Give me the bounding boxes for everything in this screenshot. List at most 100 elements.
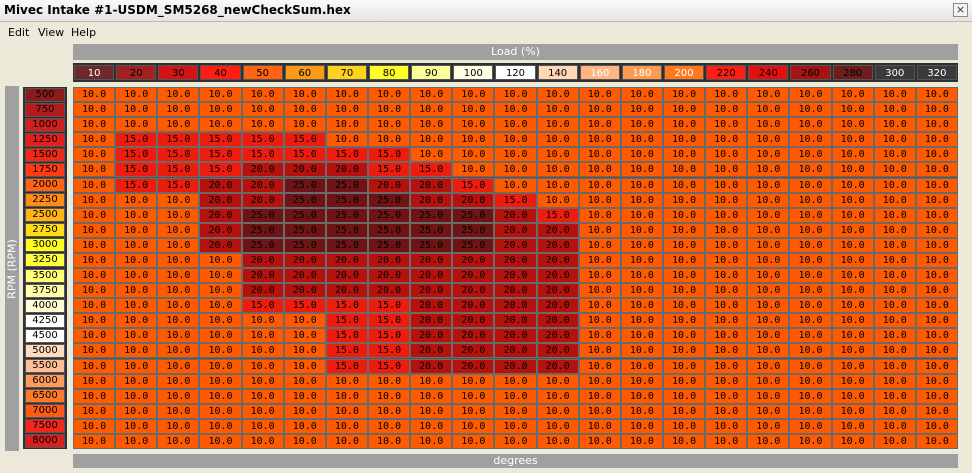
table-cell[interactable]: 10.0 xyxy=(536,147,579,163)
table-cell[interactable]: 10.0 xyxy=(747,388,790,404)
table-cell[interactable]: 10.0 xyxy=(452,388,495,404)
table-cell[interactable]: 10.0 xyxy=(747,192,790,208)
table-cell[interactable]: 10.0 xyxy=(873,403,916,419)
column-header[interactable]: 160 xyxy=(579,65,620,80)
table-cell[interactable]: 10.0 xyxy=(241,388,284,404)
table-cell[interactable]: 10.0 xyxy=(873,328,916,344)
table-cell[interactable]: 10.0 xyxy=(705,87,748,103)
table-cell[interactable]: 15.0 xyxy=(199,132,242,148)
table-cell[interactable]: 10.0 xyxy=(873,162,916,178)
table-cell[interactable]: 20.0 xyxy=(199,192,242,208)
table-cell[interactable]: 10.0 xyxy=(789,328,832,344)
column-header[interactable]: 40 xyxy=(200,65,241,80)
table-cell[interactable]: 10.0 xyxy=(368,102,411,118)
table-cell[interactable]: 25.0 xyxy=(325,192,368,208)
row-header[interactable]: 2500 xyxy=(25,208,65,223)
table-cell[interactable]: 10.0 xyxy=(325,117,368,133)
table-cell[interactable]: 15.0 xyxy=(115,132,158,148)
row-header[interactable]: 4000 xyxy=(25,298,65,313)
column-header[interactable]: 140 xyxy=(537,65,578,80)
table-cell[interactable]: 20.0 xyxy=(452,268,495,284)
table-cell[interactable]: 10.0 xyxy=(578,343,621,359)
table-cell[interactable]: 10.0 xyxy=(873,132,916,148)
table-cell[interactable]: 10.0 xyxy=(663,192,706,208)
table-cell[interactable]: 20.0 xyxy=(452,283,495,299)
table-cell[interactable]: 10.0 xyxy=(115,373,158,389)
table-cell[interactable]: 20.0 xyxy=(241,268,284,284)
table-cell[interactable]: 15.0 xyxy=(368,313,411,329)
table-cell[interactable]: 20.0 xyxy=(494,268,537,284)
table-cell[interactable]: 10.0 xyxy=(199,298,242,314)
table-cell[interactable]: 10.0 xyxy=(915,147,958,163)
table-cell[interactable]: 10.0 xyxy=(873,237,916,253)
table-cell[interactable]: 10.0 xyxy=(663,87,706,103)
column-header[interactable]: 180 xyxy=(621,65,662,80)
row-header[interactable]: 7500 xyxy=(25,419,65,434)
table-cell[interactable]: 10.0 xyxy=(620,102,663,118)
table-cell[interactable]: 10.0 xyxy=(789,418,832,434)
table-cell[interactable]: 10.0 xyxy=(199,343,242,359)
table-cell[interactable]: 10.0 xyxy=(157,192,200,208)
table-cell[interactable]: 15.0 xyxy=(410,162,453,178)
table-cell[interactable]: 10.0 xyxy=(831,313,874,329)
table-cell[interactable]: 10.0 xyxy=(915,388,958,404)
table-cell[interactable]: 20.0 xyxy=(410,298,453,314)
table-cell[interactable]: 10.0 xyxy=(873,102,916,118)
table-cell[interactable]: 10.0 xyxy=(368,117,411,133)
table-cell[interactable]: 10.0 xyxy=(536,373,579,389)
table-cell[interactable]: 20.0 xyxy=(452,313,495,329)
table-cell[interactable]: 20.0 xyxy=(494,313,537,329)
table-cell[interactable]: 10.0 xyxy=(199,102,242,118)
table-cell[interactable]: 10.0 xyxy=(73,373,116,389)
table-cell[interactable]: 10.0 xyxy=(494,403,537,419)
table-cell[interactable]: 15.0 xyxy=(241,132,284,148)
table-cell[interactable]: 10.0 xyxy=(663,147,706,163)
table-cell[interactable]: 15.0 xyxy=(325,313,368,329)
table-cell[interactable]: 10.0 xyxy=(831,268,874,284)
table-cell[interactable]: 10.0 xyxy=(115,283,158,299)
table-cell[interactable]: 10.0 xyxy=(663,418,706,434)
table-cell[interactable]: 10.0 xyxy=(705,192,748,208)
table-cell[interactable]: 10.0 xyxy=(536,87,579,103)
row-header[interactable]: 500 xyxy=(25,87,65,102)
table-cell[interactable]: 15.0 xyxy=(325,328,368,344)
column-header[interactable]: 260 xyxy=(790,65,831,80)
table-cell[interactable]: 20.0 xyxy=(536,222,579,238)
table-cell[interactable]: 10.0 xyxy=(705,313,748,329)
table-cell[interactable]: 10.0 xyxy=(747,418,790,434)
table-cell[interactable]: 10.0 xyxy=(241,403,284,419)
table-cell[interactable]: 10.0 xyxy=(747,207,790,223)
table-cell[interactable]: 20.0 xyxy=(325,162,368,178)
table-cell[interactable]: 20.0 xyxy=(283,162,326,178)
table-cell[interactable]: 10.0 xyxy=(241,102,284,118)
table-cell[interactable]: 20.0 xyxy=(368,268,411,284)
table-cell[interactable]: 10.0 xyxy=(663,373,706,389)
table-cell[interactable]: 20.0 xyxy=(452,343,495,359)
table-cell[interactable]: 10.0 xyxy=(705,252,748,268)
table-cell[interactable]: 10.0 xyxy=(873,252,916,268)
row-header[interactable]: 2750 xyxy=(25,223,65,238)
table-cell[interactable]: 10.0 xyxy=(452,147,495,163)
table-cell[interactable]: 10.0 xyxy=(831,433,874,449)
table-cell[interactable]: 10.0 xyxy=(873,87,916,103)
table-cell[interactable]: 25.0 xyxy=(410,207,453,223)
table-cell[interactable]: 10.0 xyxy=(831,388,874,404)
table-cell[interactable]: 10.0 xyxy=(73,298,116,314)
table-cell[interactable]: 10.0 xyxy=(157,102,200,118)
table-cell[interactable]: 10.0 xyxy=(620,403,663,419)
column-header[interactable]: 200 xyxy=(664,65,705,80)
table-cell[interactable]: 10.0 xyxy=(915,117,958,133)
table-cell[interactable]: 25.0 xyxy=(410,222,453,238)
table-cell[interactable]: 10.0 xyxy=(494,388,537,404)
table-cell[interactable]: 10.0 xyxy=(283,313,326,329)
table-cell[interactable]: 25.0 xyxy=(410,237,453,253)
table-cell[interactable]: 10.0 xyxy=(873,147,916,163)
table-cell[interactable]: 10.0 xyxy=(620,358,663,374)
row-header[interactable]: 7000 xyxy=(25,404,65,419)
table-cell[interactable]: 10.0 xyxy=(536,177,579,193)
table-cell[interactable]: 10.0 xyxy=(747,373,790,389)
table-cell[interactable]: 10.0 xyxy=(705,373,748,389)
table-cell[interactable]: 10.0 xyxy=(663,222,706,238)
table-cell[interactable]: 20.0 xyxy=(410,343,453,359)
table-cell[interactable]: 10.0 xyxy=(620,87,663,103)
